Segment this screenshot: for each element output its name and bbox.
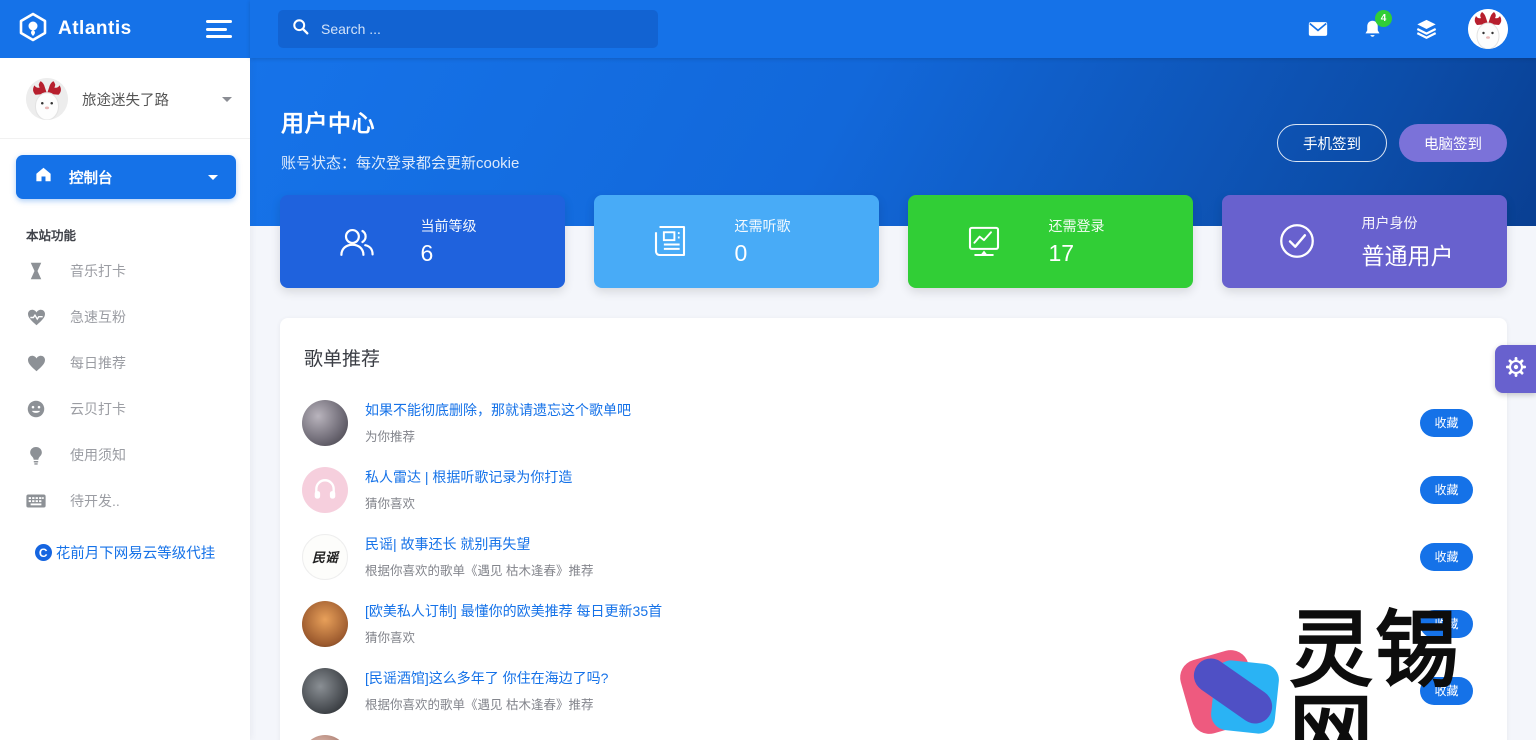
playlist-link[interactable]: 私人雷达 | 根据听歌记录为你打造 <box>365 467 1420 487</box>
playlist-cover <box>302 467 348 513</box>
brand-name: Atlantis <box>58 18 132 40</box>
stat-card-user-role: 用户身份 普通用户 <box>1222 195 1507 288</box>
sidebar-toggle-icon[interactable] <box>206 20 232 38</box>
sidebar-item-daily-recommend[interactable]: 每日推荐 <box>0 340 250 386</box>
stat-label: 用户身份 <box>1362 213 1454 233</box>
playlist-subtitle: 猜你喜欢 <box>365 493 1420 512</box>
list-item: 民谣 民谣| 故事还长 就别再失望 根据你喜欢的歌单《遇见 枯木逢春》推荐 收藏 <box>302 523 1489 590</box>
brand[interactable]: Atlantis <box>18 12 206 47</box>
playlist-subtitle: 猜你喜欢 <box>365 627 1420 646</box>
search-input[interactable] <box>321 21 644 37</box>
playlist-cover <box>302 735 348 740</box>
playlist-recommendations-card: 歌单推荐 如果不能彻底删除，那就请遗忘这个歌单吧 为你推荐 收藏 私人雷达 | … <box>280 318 1507 740</box>
sidebar-section-label: 本站功能 <box>0 199 250 248</box>
favorite-button[interactable]: 收藏 <box>1420 409 1473 437</box>
account-status-text: 账号状态：每次登录都会更新cookie <box>281 152 519 173</box>
playlist-link[interactable]: [欧美私人订制] 最懂你的欧美推荐 每日更新35首 <box>365 601 1420 621</box>
lightbulb-icon <box>26 445 46 465</box>
circle-c-icon: C <box>35 544 52 561</box>
sidebar-footer-link[interactable]: C 花前月下网易云等级代挂 <box>0 542 250 563</box>
sidebar-item-fast-follow[interactable]: 急速互粉 <box>0 294 250 340</box>
notification-badge: 4 <box>1375 10 1392 27</box>
favorite-button[interactable]: 收藏 <box>1420 610 1473 638</box>
list-item: 【华语集】好听到可以单曲循环·治愈 收藏 <box>302 724 1489 740</box>
heart-icon <box>26 353 46 373</box>
sidebar-user[interactable]: 旅途迷失了路 <box>0 58 250 139</box>
playlist-link[interactable]: 如果不能彻底删除，那就请遗忘这个歌单吧 <box>365 400 1420 420</box>
monitor-chart-icon <box>963 220 1007 264</box>
top-navbar: 4 <box>250 0 1536 58</box>
playlist-section-title: 歌单推荐 <box>304 344 1489 371</box>
stat-value: 0 <box>735 240 825 267</box>
check-circle-icon <box>1276 220 1320 264</box>
playlist-cover <box>302 400 348 446</box>
sidebar-item-in-development[interactable]: 待开发.. <box>0 478 250 524</box>
sidebar-console-label: 控制台 <box>69 167 192 188</box>
settings-gear-button[interactable] <box>1495 345 1536 393</box>
messages-icon[interactable] <box>1306 17 1330 41</box>
stat-value: 6 <box>421 240 511 267</box>
stat-value: 17 <box>1049 240 1139 267</box>
favorite-button[interactable]: 收藏 <box>1420 476 1473 504</box>
playlist-subtitle: 根据你喜欢的歌单《遇见 枯木逢春》推荐 <box>365 560 1420 579</box>
stats-row: 当前等级 6 还需听歌 0 还需登录 17 <box>280 195 1507 288</box>
playlist-subtitle: 根据你喜欢的歌单《遇见 枯木逢春》推荐 <box>365 694 1420 713</box>
favorite-button[interactable]: 收藏 <box>1420 677 1473 705</box>
stat-card-current-level: 当前等级 6 <box>280 195 565 288</box>
home-icon <box>34 165 53 189</box>
list-item: [民谣酒馆]这么多年了 你住在海边了吗? 根据你喜欢的歌单《遇见 枯木逢春》推荐… <box>302 657 1489 724</box>
sidebar-footer-link-label: 花前月下网易云等级代挂 <box>56 542 216 563</box>
pc-signin-button[interactable]: 电脑签到 <box>1399 124 1507 162</box>
phone-signin-button[interactable]: 手机签到 <box>1277 124 1387 162</box>
chevron-down-icon <box>208 175 218 180</box>
users-icon <box>335 220 379 264</box>
user-avatar[interactable] <box>1468 9 1508 49</box>
list-item: 如果不能彻底删除，那就请遗忘这个歌单吧 为你推荐 收藏 <box>302 389 1489 456</box>
sidebar-item-usage-notice[interactable]: 使用须知 <box>0 432 250 478</box>
gear-icon <box>1504 355 1528 384</box>
stat-label: 还需听歌 <box>735 216 825 236</box>
playlist-link[interactable]: [民谣酒馆]这么多年了 你住在海边了吗? <box>365 668 1420 688</box>
hourglass-icon <box>26 261 46 281</box>
atlantis-logo-icon <box>18 12 48 47</box>
notifications-bell-icon[interactable]: 4 <box>1360 17 1384 41</box>
sidebar: 旅途迷失了路 控制台 本站功能 音乐打卡 急速互粉 <box>0 58 250 740</box>
navbar-actions: 4 <box>1306 9 1508 49</box>
layers-icon[interactable] <box>1414 17 1438 41</box>
stat-label: 当前等级 <box>421 216 511 236</box>
playlist-link[interactable]: 民谣| 故事还长 就别再失望 <box>365 534 1420 554</box>
sidebar-item-music-checkin[interactable]: 音乐打卡 <box>0 248 250 294</box>
favorite-button[interactable]: 收藏 <box>1420 543 1473 571</box>
list-item: [欧美私人订制] 最懂你的欧美推荐 每日更新35首 猜你喜欢 收藏 <box>302 590 1489 657</box>
sidebar-item-yunbei-checkin[interactable]: 云贝打卡 <box>0 386 250 432</box>
sidebar-user-name: 旅途迷失了路 <box>82 89 208 110</box>
stat-label: 还需登录 <box>1049 216 1139 236</box>
stat-card-logins-remaining: 还需登录 17 <box>908 195 1193 288</box>
playlist-cover <box>302 668 348 714</box>
search-icon <box>292 18 309 40</box>
stat-card-songs-remaining: 还需听歌 0 <box>594 195 879 288</box>
page-title: 用户中心 <box>281 104 375 138</box>
newspaper-icon <box>649 220 693 264</box>
sidebar-user-avatar <box>26 78 68 120</box>
playlist-cover <box>302 601 348 647</box>
app-root: Atlantis 4 <box>0 0 1536 740</box>
search-box[interactable] <box>278 10 658 48</box>
smiley-icon <box>26 399 46 419</box>
heart-pulse-icon <box>26 307 46 327</box>
list-item: 私人雷达 | 根据听歌记录为你打造 猜你喜欢 收藏 <box>302 456 1489 523</box>
keyboard-icon <box>26 491 46 511</box>
stat-value: 普通用户 <box>1362 237 1454 271</box>
sidebar-item-console[interactable]: 控制台 <box>16 155 236 199</box>
playlist-subtitle: 为你推荐 <box>365 426 1420 445</box>
chevron-down-icon <box>222 97 232 102</box>
signin-actions: 手机签到 电脑签到 <box>1277 124 1507 162</box>
playlist-cover: 民谣 <box>302 534 348 580</box>
logo-header: Atlantis <box>0 0 250 58</box>
